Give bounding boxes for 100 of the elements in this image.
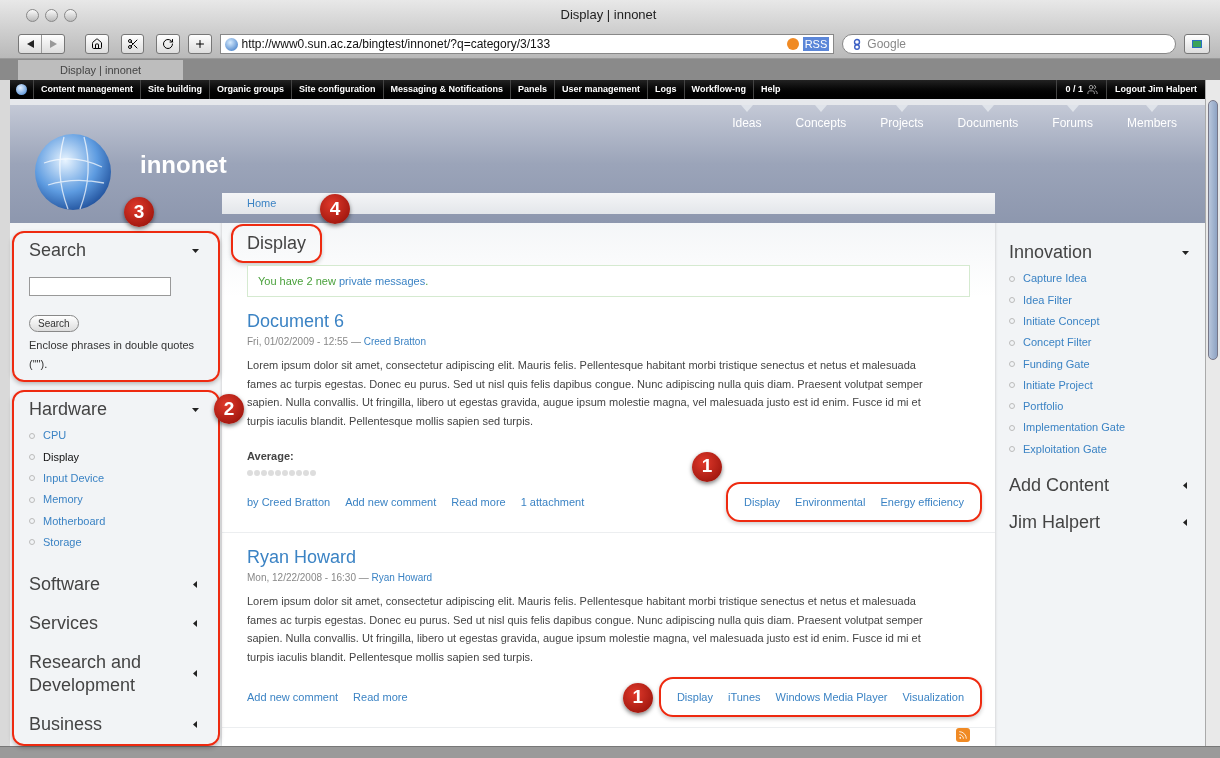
menu-link[interactable]: Motherboard	[43, 512, 106, 530]
window-button-icon[interactable]	[64, 8, 77, 22]
back-icon[interactable]	[26, 40, 34, 48]
post-link[interactable]: by Creed Bratton	[247, 493, 331, 511]
window-title: Display | innonet	[560, 6, 657, 25]
term-link[interactable]: Display	[676, 688, 713, 705]
post-link[interactable]: Read more	[451, 493, 506, 511]
caret-icon[interactable]	[192, 619, 199, 627]
post-link[interactable]: Add new comment	[345, 493, 437, 511]
search-button[interactable]: Search	[29, 315, 79, 332]
new-tab-button[interactable]	[187, 34, 212, 54]
block-title[interactable]: Software	[29, 572, 101, 596]
menu-link[interactable]: Memory	[43, 491, 83, 508]
feed-icon	[786, 38, 799, 50]
users-icon	[1087, 84, 1098, 95]
page-title: Display	[231, 224, 323, 264]
search-field[interactable]	[29, 276, 171, 296]
address-field[interactable]: http://www0.sun.ac.za/bingtest/innonet/?q=category/3/133 RSS	[219, 34, 835, 54]
term-link[interactable]: Windows Media Player	[775, 688, 888, 705]
site-name[interactable]: innonet	[140, 147, 227, 183]
breadcrumb-link[interactable]: Home	[247, 195, 277, 212]
caret-icon[interactable]	[1182, 481, 1189, 489]
nav-marker-icon	[895, 105, 908, 112]
block-title[interactable]: Add Content	[1009, 473, 1110, 497]
block-title[interactable]: Jim Halpert	[1009, 510, 1101, 534]
caret-icon[interactable]	[192, 247, 199, 254]
caret-icon[interactable]	[1182, 518, 1189, 526]
callout-number: 2	[214, 394, 244, 424]
search-help-text: Enclose phrases in double quotes ("").	[29, 338, 196, 372]
menu-link[interactable]: Implementation Gate	[1023, 419, 1126, 436]
term-link[interactable]: iTunes	[727, 688, 761, 705]
menu-link[interactable]: Funding Gate	[1023, 355, 1090, 373]
nav-marker-icon	[1146, 105, 1158, 112]
post-title[interactable]: Ryan Howard	[247, 547, 357, 568]
scroll-thumb[interactable]	[1208, 100, 1218, 360]
post-link[interactable]: Read more	[353, 688, 408, 705]
post-link[interactable]: Add new comment	[247, 688, 339, 705]
author-link[interactable]: Ryan Howard	[371, 572, 433, 584]
url-text: http://www0.sun.ac.za/bingtest/innonet/?q=category/3/133	[241, 36, 552, 53]
author-link[interactable]: Creed Bratton	[363, 336, 426, 348]
nav-marker-icon	[814, 105, 827, 112]
home-icon[interactable]	[90, 38, 103, 50]
term-link[interactable]: Energy efficiency	[880, 493, 964, 511]
snapshot-button[interactable]	[120, 34, 145, 54]
block-title[interactable]: Research and Development	[29, 650, 192, 697]
menu-link[interactable]: Input Device	[43, 470, 105, 487]
callout-number: 4	[320, 194, 350, 224]
web-search-input[interactable]: Google	[867, 35, 1168, 53]
block-title[interactable]: Hardware	[29, 398, 108, 421]
window-button-icon[interactable]	[26, 8, 39, 22]
caret-icon[interactable]	[192, 406, 199, 413]
rating-label: Average:	[247, 448, 294, 464]
user-count: 0 / 1	[1065, 82, 1083, 96]
reload-icon[interactable]	[162, 38, 175, 50]
browser-tab[interactable]: Display | innonet	[18, 60, 183, 80]
term-link[interactable]: Environmental	[795, 493, 866, 511]
menu-link[interactable]: Storage	[43, 533, 82, 551]
block-title[interactable]: Search	[29, 239, 87, 262]
menu-link[interactable]: Initiate Project	[1023, 376, 1093, 394]
callout-number: 1	[622, 682, 653, 713]
post-body: Lorem ipsum dolor sit amet, consectetur adipiscing elit. Mauris felis. Pellentesque habitant morbi tristique senectus et netus et malesuada fames ac turpis egestas. Donec eu purus. Sed ut nisl quis felis dapibus congue. Nunc adipiscing nulla quis diam. Praesent volutpat semper sapien. Nulla convallis. Ut fringilla, libero ut egestas gravida, augue ipsum molestie magna, vel malesuada justo est id enim. Fusce id mi et turpis iaculis blandit. Pellentesque mollis sapien sed turpis.	[247, 594, 924, 665]
window-toggle-button[interactable]	[1184, 34, 1210, 54]
post-body: Lorem ipsum dolor sit amet, consectetur adipiscing elit. Mauris felis. Pellentesque habitant morbi tristique senectus et netus et malesuada fames ac turpis egestas. Donec eu purus. Sed ut nisl quis felis dapibus congue. Nunc adipiscing nulla quis diam. Praesent volutpat semper sapien. Nulla convallis. Ut fringilla, libero ut egestas gravida, augue ipsum molestie magna, vel malesuada justo est id enim. Fusce id mi et turpis iaculis blandit. Pellentesque mollis sapien sed turpis.	[247, 358, 924, 430]
scrollbar[interactable]	[1205, 80, 1220, 746]
block-title[interactable]: Innovation	[1009, 241, 1093, 264]
nav-marker-icon	[740, 105, 753, 112]
term-link[interactable]: Visualization	[902, 688, 964, 705]
home-button[interactable]	[85, 34, 109, 54]
menu-link[interactable]: Idea Filter	[1023, 291, 1072, 309]
block-title[interactable]: Business	[29, 712, 103, 736]
forward-icon[interactable]	[49, 40, 57, 48]
scissors-icon[interactable]	[126, 38, 139, 50]
window-button-icon[interactable]	[45, 8, 58, 22]
menu-link[interactable]: Capture Idea	[1023, 270, 1087, 287]
menu-link[interactable]: Display	[43, 448, 80, 466]
caret-icon[interactable]	[192, 670, 199, 678]
caret-icon[interactable]	[1182, 249, 1189, 256]
status-message: You have 2 new private messages.	[247, 265, 970, 298]
post-date: Fri, 01/02/2009 - 12:55 —	[247, 336, 362, 348]
menu-link[interactable]: Concept Filter	[1023, 334, 1092, 351]
nav-marker-icon	[981, 105, 994, 112]
term-link[interactable]: Display	[744, 493, 781, 511]
caret-icon[interactable]	[192, 720, 199, 728]
nav-marker-icon	[1066, 105, 1079, 112]
block-title[interactable]: Services	[29, 611, 99, 635]
callout-number: 1	[692, 451, 722, 482]
reload-button[interactable]	[156, 34, 180, 54]
globe-icon	[224, 37, 238, 51]
back-forward-button[interactable]	[18, 34, 66, 54]
web-search-field[interactable]: Google	[842, 34, 1177, 54]
menu-link[interactable]: Exploitation Gate	[1023, 440, 1107, 458]
menu-link[interactable]: Portfolio	[1023, 398, 1064, 415]
post-title[interactable]: Document 6	[247, 311, 345, 332]
menu-link[interactable]: CPU	[43, 427, 67, 444]
menu-link[interactable]: Initiate Concept	[1023, 313, 1100, 330]
rss-badge[interactable]: RSS	[802, 37, 830, 51]
caret-icon[interactable]	[192, 580, 199, 588]
post-link[interactable]: 1 attachment	[520, 493, 585, 511]
plus-icon[interactable]	[193, 38, 206, 50]
globe-logo-icon[interactable]	[34, 133, 112, 211]
